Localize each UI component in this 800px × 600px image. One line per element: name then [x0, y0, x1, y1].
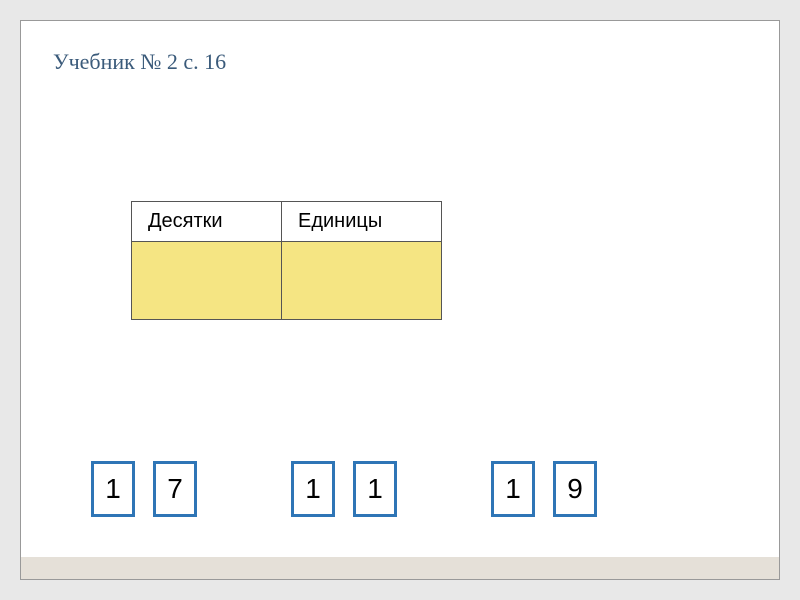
header-units: Единицы: [282, 202, 442, 242]
number-card[interactable]: 1: [91, 461, 135, 517]
cell-units[interactable]: [282, 242, 442, 320]
cell-tens[interactable]: [132, 242, 282, 320]
header-tens: Десятки: [132, 202, 282, 242]
number-card[interactable]: 1: [353, 461, 397, 517]
footer-bar: [21, 557, 779, 579]
slide: Учебник № 2 с. 16 Десятки Единицы 1 7 1 …: [20, 20, 780, 580]
card-pair: 1 1: [291, 461, 397, 517]
number-card[interactable]: 1: [491, 461, 535, 517]
page-title: Учебник № 2 с. 16: [53, 49, 226, 75]
place-value-table: Десятки Единицы: [131, 201, 442, 320]
number-card[interactable]: 1: [291, 461, 335, 517]
card-pair: 1 9: [491, 461, 597, 517]
card-pair: 1 7: [91, 461, 197, 517]
number-card[interactable]: 9: [553, 461, 597, 517]
number-cards-row: 1 7 1 1 1 9: [91, 461, 597, 517]
number-card[interactable]: 7: [153, 461, 197, 517]
